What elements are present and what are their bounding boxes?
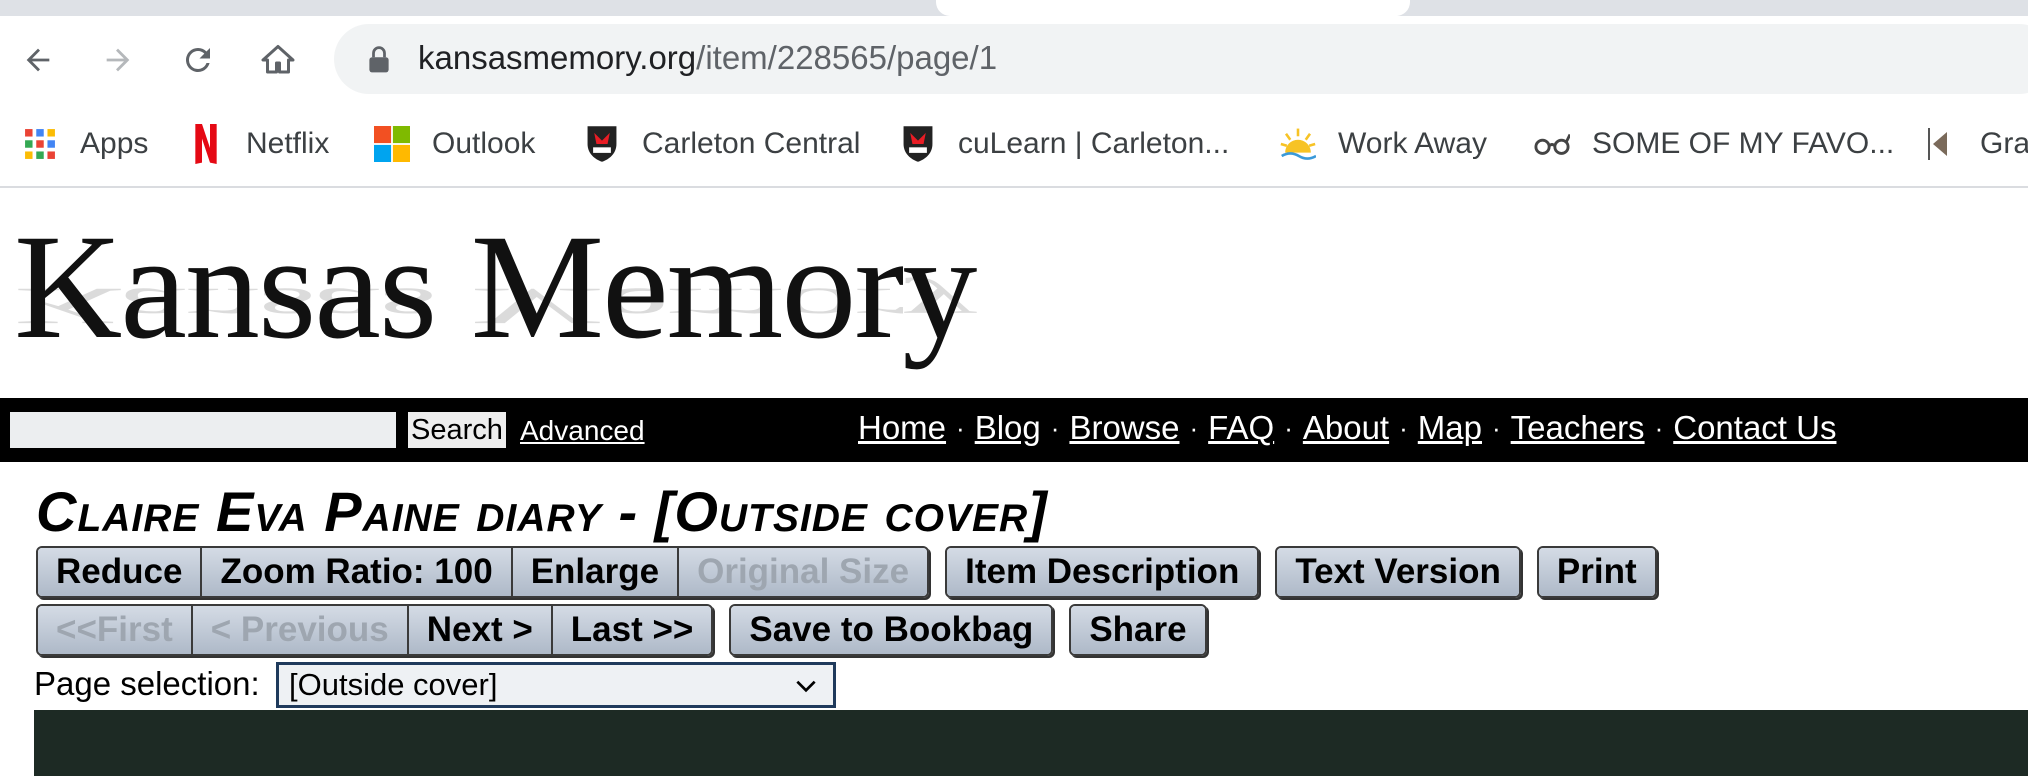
reload-button[interactable] <box>176 38 220 82</box>
nav-separator: · <box>1491 413 1501 443</box>
back-button[interactable] <box>16 38 60 82</box>
last-page-button[interactable]: Last >> <box>552 606 712 654</box>
url-domain: kansasmemory.org <box>418 39 697 76</box>
nav-separator: · <box>1050 413 1060 443</box>
bookmark-apps[interactable]: Apps <box>22 122 148 166</box>
bookmark-carleton-central[interactable]: Carleton Central <box>584 122 860 166</box>
back-arrow-icon <box>26 48 50 72</box>
bookmark-label: Grap <box>1980 127 2028 160</box>
main-nav: Home · Blog · Browse · FAQ · About · Map… <box>858 408 1836 448</box>
home-button[interactable] <box>256 38 300 82</box>
logo-text: Kansas Memory <box>14 204 977 370</box>
sun-icon <box>1280 126 1316 162</box>
apps-grid-icon <box>22 126 58 162</box>
tab-strip <box>0 0 2028 16</box>
enlarge-button[interactable]: Enlarge <box>512 548 680 596</box>
bookmark-label: Apps <box>80 127 149 160</box>
zoom-ratio-button[interactable]: Zoom Ratio: 100 <box>202 548 513 596</box>
forward-arrow-icon <box>106 48 130 72</box>
site-nav-bar: Search Advanced Home · Blog · Browse · F… <box>0 398 2028 462</box>
pagination-button-group: <<First < Previous Next > Last >> <box>36 604 714 656</box>
bookmark-outlook[interactable]: Outlook <box>374 122 535 166</box>
glasses-icon <box>1534 126 1570 162</box>
share-button[interactable]: Share <box>1071 606 1205 654</box>
bookmark-work-away[interactable]: Work Away <box>1280 122 1487 166</box>
nav-separator: · <box>1654 413 1664 443</box>
reload-icon <box>185 47 210 72</box>
bookmark-label: Carleton Central <box>642 127 861 160</box>
browser-toolbar: kansasmemory.org/item/228565/page/1 <box>0 16 2028 104</box>
print-button[interactable]: Print <box>1538 548 1655 596</box>
share-group: Share <box>1069 604 1207 656</box>
bookmark-label: SOME OF MY FAVO... <box>1592 127 1895 160</box>
text-version-group: Text Version <box>1275 546 1521 598</box>
netflix-icon <box>188 124 224 164</box>
bookmark-label: cuLearn | Carleton... <box>958 127 1230 160</box>
bookbag-group: Save to Bookbag <box>729 604 1054 656</box>
first-page-button[interactable]: <<First <box>38 606 193 654</box>
nav-separator: · <box>956 413 965 443</box>
page-selection-value: [Outside cover] <box>289 667 498 702</box>
microsoft-logo-icon <box>374 126 410 162</box>
home-icon <box>261 45 295 74</box>
item-description-group: Item Description <box>945 546 1260 598</box>
search-button[interactable]: Search <box>408 412 506 448</box>
original-size-button[interactable]: Original Size <box>679 548 928 596</box>
carleton-shield-icon <box>900 126 936 162</box>
bookmark-arrow-icon <box>1922 126 1958 162</box>
viewer-toolbar-2: <<First < Previous Next > Last >> Save t… <box>36 604 1223 656</box>
bookmark-label: Outlook <box>432 127 536 160</box>
carleton-shield-icon <box>584 126 620 162</box>
text-version-button[interactable]: Text Version <box>1277 548 1519 596</box>
bookmark-grap[interactable]: Grap <box>1922 122 2028 166</box>
item-description-button[interactable]: Item Description <box>947 548 1258 596</box>
next-page-button[interactable]: Next > <box>408 606 553 654</box>
search-input[interactable] <box>10 412 396 448</box>
bookmark-label: Work Away <box>1338 127 1487 160</box>
nav-faq[interactable]: FAQ <box>1208 408 1274 448</box>
bookmark-some-of-my-favorites[interactable]: SOME OF MY FAVO... <box>1534 122 1894 166</box>
zoom-button-group: Reduce Zoom Ratio: 100 Enlarge Original … <box>36 546 930 598</box>
nav-about[interactable]: About <box>1303 408 1389 448</box>
bookmark-label: Netflix <box>246 127 330 160</box>
nav-teachers[interactable]: Teachers <box>1511 408 1645 448</box>
nav-browse[interactable]: Browse <box>1069 408 1179 448</box>
page-selection-label: Page selection: <box>34 665 260 702</box>
active-tab[interactable] <box>936 0 1410 16</box>
url-path: /item/228565/page/1 <box>696 39 998 76</box>
bookmark-culearn[interactable]: cuLearn | Carleton... <box>900 122 1229 166</box>
forward-button[interactable] <box>96 38 140 82</box>
lock-icon <box>369 46 389 73</box>
nav-map[interactable]: Map <box>1418 408 1482 448</box>
nav-separator: · <box>1189 413 1199 443</box>
nav-home[interactable]: Home <box>858 408 946 448</box>
previous-page-button[interactable]: < Previous <box>192 606 409 654</box>
url-text: kansasmemory.org/item/228565/page/1 <box>418 38 997 78</box>
address-bar[interactable]: kansasmemory.org/item/228565/page/1 <box>334 24 2028 94</box>
save-to-bookbag-button[interactable]: Save to Bookbag <box>731 606 1052 654</box>
reduce-button[interactable]: Reduce <box>38 548 203 596</box>
print-group: Print <box>1536 546 1657 598</box>
item-image[interactable] <box>34 710 2028 776</box>
nav-separator: · <box>1284 413 1293 443</box>
advanced-search-link[interactable]: Advanced <box>520 414 645 448</box>
page-title: Claire Eva Paine diary - [Outside cover] <box>36 480 1048 543</box>
bookmark-netflix[interactable]: Netflix <box>188 122 329 166</box>
chevron-down-icon <box>796 680 816 693</box>
viewer-toolbar-1: Reduce Zoom Ratio: 100 Enlarge Original … <box>36 546 1673 598</box>
site-logo[interactable]: Kansas Memory Kansas Memory <box>14 196 994 396</box>
bookmarks-bar: Apps Netflix Outlook Carleton Central cu… <box>0 104 2028 188</box>
nav-separator: · <box>1399 413 1408 443</box>
nav-blog[interactable]: Blog <box>975 408 1041 448</box>
nav-contact-us[interactable]: Contact Us <box>1673 408 1836 448</box>
page-selection-dropdown[interactable]: [Outside cover] <box>276 662 836 708</box>
